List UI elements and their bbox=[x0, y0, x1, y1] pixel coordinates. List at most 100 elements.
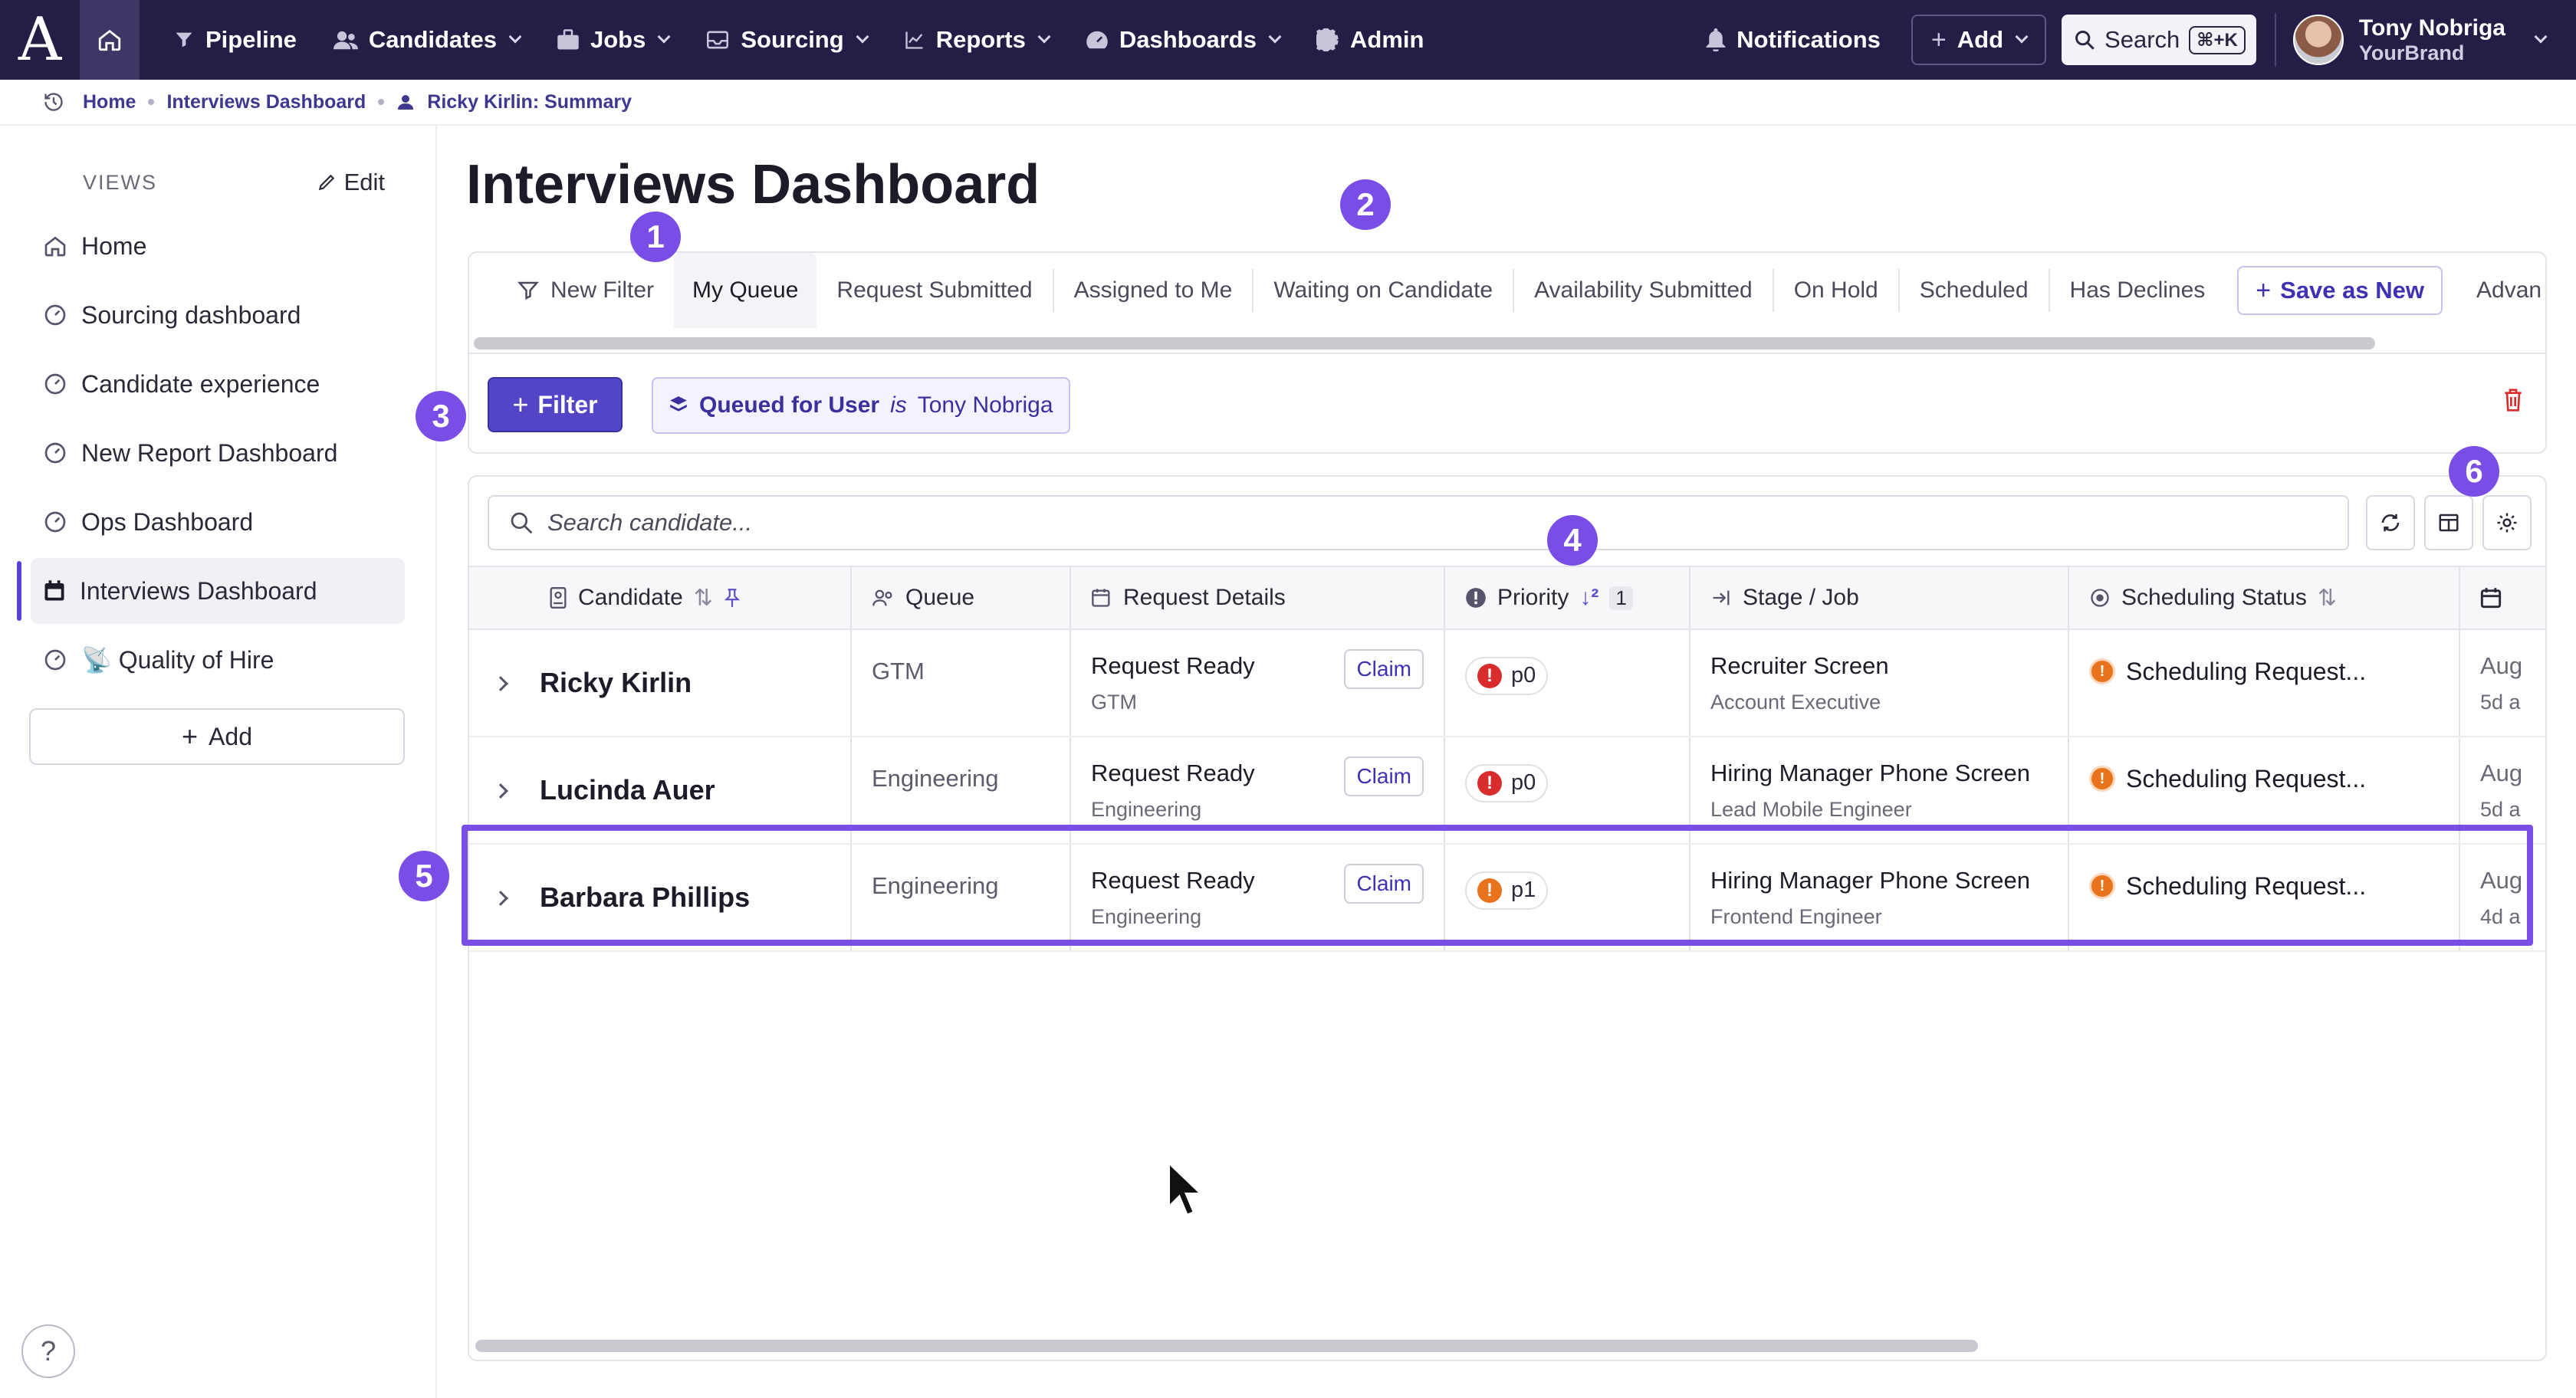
nav-label: Reports bbox=[935, 26, 1026, 53]
tab-availability-submitted[interactable]: Availability Submitted bbox=[1514, 269, 1774, 312]
edit-views-button[interactable]: Edit bbox=[317, 169, 385, 196]
breadcrumb-home[interactable]: Home bbox=[83, 91, 136, 113]
tab-advanced[interactable]: Advan bbox=[2476, 277, 2542, 304]
nav-admin[interactable]: Admin bbox=[1298, 0, 1442, 80]
tab-assigned-to-me[interactable]: Assigned to Me bbox=[1054, 269, 1254, 312]
nav-candidates[interactable]: Candidates bbox=[315, 0, 538, 80]
table-settings-button[interactable] bbox=[2482, 495, 2532, 550]
save-as-new-label: Save as New bbox=[2280, 277, 2424, 304]
tab-waiting-on-candidate[interactable]: Waiting on Candidate bbox=[1254, 269, 1515, 312]
nav-sourcing[interactable]: Sourcing bbox=[687, 0, 885, 80]
plus-icon: + bbox=[2256, 275, 2272, 305]
sidebar-item-interviews-dashboard[interactable]: Interviews Dashboard bbox=[17, 558, 405, 624]
nav-dashboards[interactable]: Dashboards bbox=[1067, 0, 1298, 80]
sort-icon[interactable]: ⇅ bbox=[694, 585, 713, 612]
table-row[interactable]: Barbara Phillips Engineering Request Rea… bbox=[469, 844, 2545, 952]
tab-scheduled[interactable]: Scheduled bbox=[1900, 269, 2050, 312]
nav-jobs[interactable]: Jobs bbox=[538, 0, 687, 80]
date-value: Aug bbox=[2480, 759, 2523, 786]
column-date[interactable] bbox=[2459, 566, 2545, 630]
gauge-icon bbox=[44, 442, 66, 464]
alert-icon: ! bbox=[1477, 878, 1502, 903]
request-queue: GTM bbox=[1091, 690, 1137, 714]
tab-request-submitted[interactable]: Request Submitted bbox=[816, 269, 1054, 312]
queue-cell: GTM bbox=[851, 629, 1071, 737]
annotation-badge-6: 6 bbox=[2449, 446, 2499, 497]
candidate-name[interactable]: Barbara Phillips bbox=[540, 881, 750, 913]
candidate-cell: Ricky Kirlin bbox=[469, 629, 852, 737]
help-button[interactable]: ? bbox=[21, 1324, 75, 1378]
sort-desc-icon[interactable]: ↓² bbox=[1579, 585, 1598, 611]
target-icon bbox=[2091, 589, 2109, 607]
sidebar-item-new-report-dashboard[interactable]: New Report Dashboard bbox=[31, 420, 405, 486]
column-candidate[interactable]: Candidate ⇅ bbox=[469, 566, 852, 630]
column-queue[interactable]: Queue bbox=[851, 566, 1071, 630]
table-scrollbar[interactable] bbox=[475, 1340, 1978, 1352]
chevron-right-icon[interactable] bbox=[493, 891, 508, 906]
refresh-button[interactable] bbox=[2366, 495, 2415, 550]
warning-icon: ! bbox=[2089, 873, 2115, 899]
column-priority[interactable]: Priority ↓² 1 bbox=[1444, 566, 1691, 630]
sidebar-item-candidate-experience[interactable]: Candidate experience bbox=[31, 351, 405, 417]
nav-label: Dashboards bbox=[1119, 26, 1257, 53]
claim-button[interactable]: Claim bbox=[1344, 863, 1424, 904]
filter-chip[interactable]: Queued for User is Tony Nobriga bbox=[652, 377, 1070, 434]
sort-icon[interactable]: ⇅ bbox=[2318, 585, 2337, 612]
queue-icon bbox=[670, 396, 687, 412]
people-icon bbox=[333, 31, 358, 50]
sidebar-item-sourcing-dashboard[interactable]: Sourcing dashboard bbox=[31, 282, 405, 348]
notifications-button[interactable]: Notifications bbox=[1706, 26, 1881, 54]
table-header-row: Candidate ⇅ Queue Request Details Priori… bbox=[469, 566, 2545, 630]
priority-value: p1 bbox=[1511, 878, 1536, 902]
sidebar-item-label: Candidate experience bbox=[81, 369, 320, 398]
view-tabs: New Filter My Queue Request Submitted As… bbox=[468, 251, 2547, 354]
app-logo[interactable]: A bbox=[0, 0, 80, 80]
global-search-button[interactable]: Search ⌘+K bbox=[2062, 15, 2256, 65]
add-button[interactable]: + Add bbox=[1911, 15, 2047, 65]
chevron-right-icon[interactable] bbox=[493, 676, 508, 691]
tab-label: Assigned to Me bbox=[1073, 277, 1233, 303]
candidate-name[interactable]: Ricky Kirlin bbox=[540, 667, 692, 698]
column-label: Request Details bbox=[1123, 585, 1286, 610]
save-as-new-button[interactable]: + Save as New bbox=[2237, 266, 2443, 315]
bell-icon bbox=[1706, 28, 1726, 51]
add-view-button[interactable]: + Add bbox=[29, 708, 405, 765]
sidebar-item-home[interactable]: Home bbox=[31, 213, 405, 279]
breadcrumb-current[interactable]: Ricky Kirlin: Summary bbox=[427, 91, 632, 113]
tab-new-filter[interactable]: New Filter bbox=[497, 269, 674, 312]
table-row[interactable]: Lucinda Auer Engineering Request Ready En… bbox=[469, 737, 2545, 845]
breadcrumb-interviews-dashboard[interactable]: Interviews Dashboard bbox=[166, 91, 366, 113]
claim-button[interactable]: Claim bbox=[1344, 756, 1424, 796]
breadcrumb: Home Interviews Dashboard Ricky Kirlin: … bbox=[0, 80, 2576, 126]
tab-on-hold[interactable]: On Hold bbox=[1774, 269, 1900, 312]
tab-my-queue[interactable]: My Queue bbox=[674, 253, 817, 328]
column-request-details[interactable]: Request Details bbox=[1070, 566, 1445, 630]
home-nav-button[interactable] bbox=[80, 0, 140, 80]
sidebar-item-quality-of-hire[interactable]: 📡 Quality of Hire bbox=[31, 627, 405, 693]
claim-button[interactable]: Claim bbox=[1344, 648, 1424, 689]
tab-label: My Queue bbox=[692, 277, 799, 303]
filter-label: Filter bbox=[537, 390, 598, 418]
tabs-scrollbar[interactable] bbox=[474, 337, 2375, 350]
nav-pipeline[interactable]: Pipeline bbox=[155, 0, 315, 80]
sidebar-item-ops-dashboard[interactable]: Ops Dashboard bbox=[31, 489, 405, 555]
tab-has-declines[interactable]: Has Declines bbox=[2050, 269, 2226, 312]
plus-icon: + bbox=[512, 389, 529, 420]
columns-button[interactable] bbox=[2424, 495, 2473, 550]
request-status: Request Ready bbox=[1091, 866, 1255, 894]
candidate-name[interactable]: Lucinda Auer bbox=[540, 774, 715, 806]
sidebar-item-label: New Report Dashboard bbox=[81, 438, 338, 467]
search-label: Search bbox=[2104, 26, 2180, 53]
annotation-badge-5: 5 bbox=[399, 851, 449, 901]
add-filter-button[interactable]: + Filter bbox=[488, 377, 623, 432]
column-scheduling-status[interactable]: Scheduling Status ⇅ bbox=[2068, 566, 2460, 630]
table-row[interactable]: Ricky Kirlin GTM Request Ready GTM Claim … bbox=[469, 629, 2545, 737]
nav-reports[interactable]: Reports bbox=[886, 0, 1067, 80]
column-stage-job[interactable]: Stage / Job bbox=[1690, 566, 2069, 630]
delete-filter-button[interactable] bbox=[2502, 388, 2524, 416]
date-relative: 5d a bbox=[2480, 797, 2521, 821]
candidate-search-input[interactable]: Search candidate... bbox=[488, 495, 2349, 550]
chevron-right-icon[interactable] bbox=[493, 783, 508, 799]
user-menu[interactable]: Tony Nobriga YourBrand bbox=[2292, 15, 2548, 65]
sidebar: VIEWS Edit Home Sourcing dashboard Candi… bbox=[0, 126, 437, 1398]
